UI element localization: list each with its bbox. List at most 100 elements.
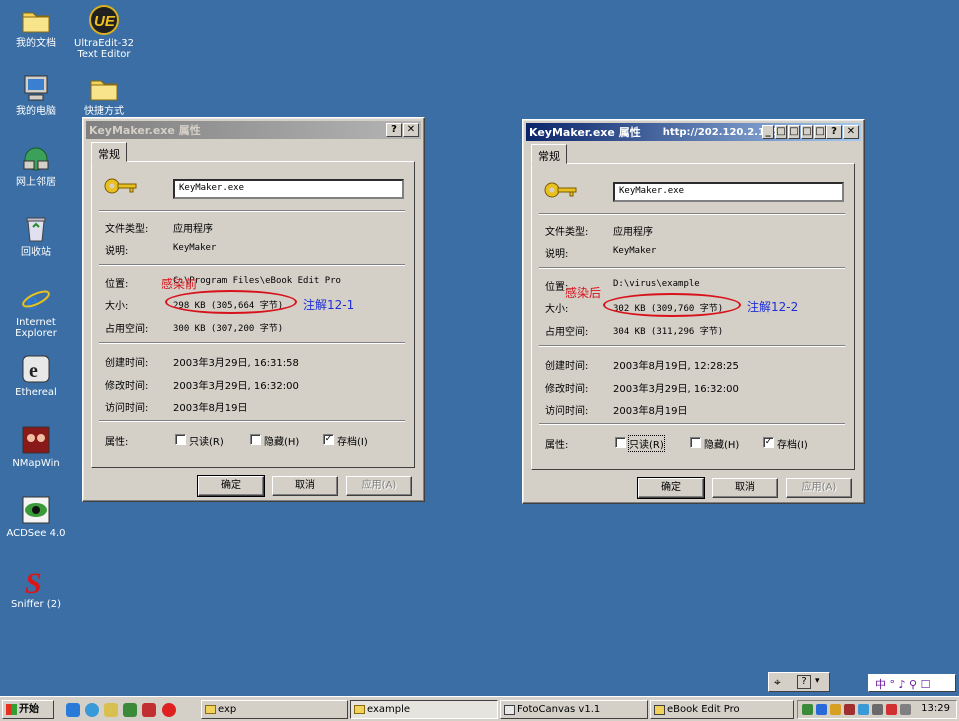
- close-button[interactable]: ✕: [843, 125, 859, 139]
- key-file-icon: [544, 182, 577, 198]
- readonly-checkbox[interactable]: [175, 434, 186, 445]
- close-button[interactable]: ✕: [403, 123, 419, 137]
- file-type-value: 应用程序: [173, 224, 213, 235]
- dialog-titlebar[interactable]: KeyMaker.exe 属性 ? ✕: [86, 121, 421, 139]
- taskbar: 开始 exp example FotoCanvas v1.1 eBook Edi…: [0, 696, 959, 721]
- ethereal-icon: e: [20, 353, 52, 385]
- modified-label: 修改时间:: [105, 381, 149, 392]
- apply-button[interactable]: 应用(A): [346, 476, 412, 496]
- task-ebook-edit-pro[interactable]: eBook Edit Pro: [650, 700, 794, 719]
- player-quicklaunch-icon[interactable]: [142, 703, 156, 717]
- cancel-button[interactable]: 取消: [712, 478, 778, 498]
- ok-button[interactable]: 确定: [197, 475, 265, 497]
- tray-icon[interactable]: [830, 704, 841, 715]
- dialog-title: KeyMaker.exe 属性: [89, 124, 201, 137]
- cancel-button[interactable]: 取消: [272, 476, 338, 496]
- help-button[interactable]: ?: [826, 125, 842, 139]
- filename-field[interactable]: KeyMaker.exe: [613, 182, 844, 202]
- desktop-icon-label: 网上邻居: [16, 177, 56, 188]
- task-fotocanvas[interactable]: FotoCanvas v1.1: [500, 700, 648, 719]
- help-icon[interactable]: ?: [797, 675, 811, 689]
- separator: [539, 267, 845, 269]
- app-icon: [654, 705, 665, 715]
- app-quicklaunch-icon[interactable]: [123, 703, 137, 717]
- filename-field[interactable]: KeyMaker.exe: [173, 179, 404, 199]
- separator: [99, 342, 405, 344]
- file-type-value: 应用程序: [613, 227, 653, 238]
- ime-toolbar[interactable]: 中 ° ♪ ⚲ ☐: [868, 674, 956, 692]
- desktop-icon-label: 我的文档: [16, 38, 56, 49]
- tray-icon[interactable]: [802, 704, 813, 715]
- accessed-label: 访问时间:: [545, 406, 589, 417]
- desktop-icon-internet-explorer[interactable]: e Internet Explorer: [0, 283, 72, 339]
- windows-logo-icon: [6, 704, 17, 715]
- tool-icon[interactable]: ⌖: [774, 675, 781, 690]
- tab-general[interactable]: 常规: [91, 142, 127, 162]
- hidden-checkbox[interactable]: [250, 434, 261, 445]
- location-label: 位置:: [105, 279, 129, 290]
- ie-quicklaunch-icon[interactable]: [66, 703, 80, 717]
- desktop-icon-label: Internet Explorer: [15, 317, 57, 339]
- hidden-checkbox[interactable]: [690, 437, 701, 448]
- readonly-checkbox[interactable]: [615, 437, 626, 448]
- tray-icon[interactable]: [816, 704, 827, 715]
- desktop-icon-label: UltraEdit-32 Text Editor: [74, 38, 134, 60]
- help-button[interactable]: ?: [386, 123, 402, 137]
- hidden-label[interactable]: 隐藏(H): [704, 436, 739, 451]
- attributes-label: 属性:: [105, 437, 129, 448]
- outlook-quicklaunch-icon[interactable]: [85, 703, 99, 717]
- archive-label[interactable]: 存档(I): [777, 436, 808, 451]
- modified-value: 2003年3月29日, 16:32:00: [613, 384, 739, 395]
- hidden-label[interactable]: 隐藏(H): [264, 433, 299, 448]
- start-button[interactable]: 开始: [2, 700, 54, 719]
- archive-checkbox[interactable]: ✓: [763, 437, 774, 448]
- internet-explorer-icon: e: [20, 283, 52, 315]
- archive-checkbox[interactable]: ✓: [323, 434, 334, 445]
- created-label: 创建时间:: [105, 358, 149, 369]
- annotation-circle: [165, 290, 297, 314]
- readonly-label[interactable]: 只读(R): [628, 435, 665, 452]
- desktop-icon-sniffer[interactable]: S Sniffer (2): [0, 565, 72, 610]
- extra-button[interactable]: □: [814, 125, 826, 139]
- clock[interactable]: 13:29: [921, 703, 950, 714]
- floating-toolbar[interactable]: ⌖ ? ▾: [768, 672, 830, 692]
- start-label: 开始: [19, 704, 39, 715]
- desktop-icon-network-places[interactable]: 网上邻居: [0, 143, 72, 188]
- desktop-icon-my-computer[interactable]: 我的电脑: [0, 72, 72, 117]
- extra-button[interactable]: □: [775, 125, 787, 139]
- extra-button[interactable]: _: [762, 125, 774, 139]
- task-example[interactable]: example: [350, 700, 498, 719]
- tray-icon[interactable]: [844, 704, 855, 715]
- dropdown-icon[interactable]: ▾: [815, 676, 820, 686]
- tab-general[interactable]: 常规: [531, 144, 567, 164]
- desktop-icon-acdsee[interactable]: ACDSee 4.0: [0, 494, 72, 539]
- extra-button[interactable]: □: [801, 125, 813, 139]
- tray-icon[interactable]: [858, 704, 869, 715]
- disk-size-value: 300 KB (307,200 字节): [173, 324, 284, 334]
- desktop-icon-ethereal[interactable]: e Ethereal: [0, 353, 72, 398]
- extra-button[interactable]: □: [788, 125, 800, 139]
- desktop-icon-nmapwin[interactable]: NMapWin: [0, 424, 72, 469]
- flash-quicklaunch-icon[interactable]: [162, 703, 176, 717]
- desktop-icon-shortcut[interactable]: 快捷方式: [68, 72, 140, 117]
- modified-label: 修改时间:: [545, 384, 589, 395]
- desktop-quicklaunch-icon[interactable]: [104, 703, 118, 717]
- tray-icon[interactable]: [886, 704, 897, 715]
- dialog-titlebar[interactable]: KeyMaker.exe 属性 http://202.120.2.175/...…: [526, 123, 861, 141]
- ime-icon[interactable]: 中 ° ♪ ⚲ ☐: [875, 676, 930, 692]
- description-value: KeyMaker: [613, 246, 657, 256]
- app-icon: [504, 705, 515, 715]
- desktop-icon-recycle-bin[interactable]: 回收站: [0, 213, 72, 258]
- desktop-icon-label: 我的电脑: [16, 106, 56, 117]
- desktop-icon-ultraedit[interactable]: UE UltraEdit-32 Text Editor: [68, 4, 140, 60]
- sniffer-icon: S: [20, 565, 52, 600]
- system-tray: 13:29: [797, 700, 957, 719]
- volume-icon[interactable]: [900, 704, 911, 715]
- ok-button[interactable]: 确定: [637, 477, 705, 499]
- desktop-icon-my-documents[interactable]: 我的文档: [0, 4, 72, 49]
- apply-button[interactable]: 应用(A): [786, 478, 852, 498]
- archive-label[interactable]: 存档(I): [337, 433, 368, 448]
- task-exp[interactable]: exp: [201, 700, 348, 719]
- readonly-label[interactable]: 只读(R): [189, 433, 224, 448]
- tray-icon[interactable]: [872, 704, 883, 715]
